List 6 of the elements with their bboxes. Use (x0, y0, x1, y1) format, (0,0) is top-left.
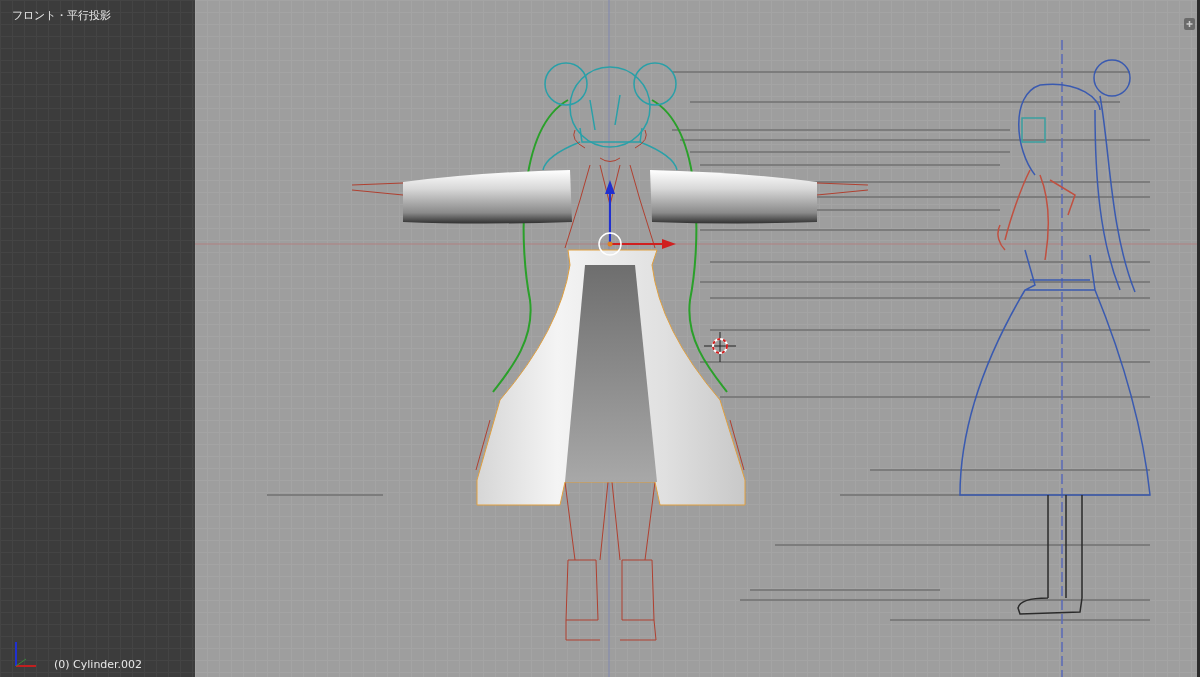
plus-icon (1184, 18, 1195, 30)
cursor-icon (703, 331, 737, 363)
view-label: フロント・平行投影 (12, 8, 112, 23)
transform-gizmo-icon (598, 180, 676, 256)
object-label: (0) Cylinder.002 (54, 658, 143, 671)
panel-toggle-button[interactable] (1184, 18, 1195, 30)
